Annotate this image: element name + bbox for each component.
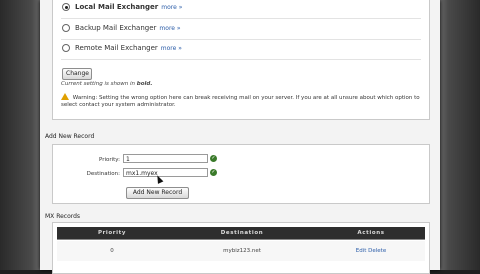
option-backup-mail-exchanger[interactable]: Backup Mail Exchanger more » xyxy=(62,20,181,36)
note-bold-text: bold. xyxy=(136,81,153,87)
divider xyxy=(61,18,421,19)
table-header: Priority Destination Actions xyxy=(57,227,425,240)
option-remote-mail-exchanger[interactable]: Remote Mail Exchanger more » xyxy=(62,40,182,56)
current-setting-note: Current setting is shown in bold. xyxy=(61,81,152,87)
radio-selected-icon[interactable] xyxy=(62,3,70,11)
column-destination[interactable]: Destination xyxy=(167,227,317,239)
more-link[interactable]: more » xyxy=(161,4,182,11)
add-new-record-button[interactable]: Add New Record xyxy=(126,187,189,199)
mx-records-title: MX Records xyxy=(45,213,81,220)
delete-link[interactable]: Delete xyxy=(368,248,386,254)
note-text: Current setting is shown in xyxy=(61,81,136,87)
warning-message: Warning: Setting the wrong option here c… xyxy=(61,93,421,109)
divider xyxy=(61,59,421,60)
valid-check-icon: ✓ xyxy=(210,155,217,162)
option-label: Backup Mail Exchanger xyxy=(75,24,157,32)
option-local-mail-exchanger[interactable]: Local Mail Exchanger more » xyxy=(62,0,182,15)
warning-icon xyxy=(61,93,69,100)
mx-records-panel: Priority Destination Actions 0 mybiz123.… xyxy=(52,222,430,274)
destination-label: Destination: xyxy=(86,171,120,177)
change-button[interactable]: Change xyxy=(62,68,92,80)
valid-check-icon: ✓ xyxy=(210,169,217,176)
radio-icon[interactable] xyxy=(62,24,70,32)
left-background-panel xyxy=(0,0,40,270)
priority-label: Priority: xyxy=(98,157,120,163)
edit-link[interactable]: Edit xyxy=(356,248,367,254)
radio-icon[interactable] xyxy=(62,44,70,52)
row-actions: Edit Delete xyxy=(317,241,425,261)
table-row: 0 mybiz123.net Edit Delete xyxy=(57,241,425,261)
add-record-panel: Priority: 1 ✓ Destination: mx1.myex ✓ Ad… xyxy=(52,144,430,204)
row-destination: mybiz123.net xyxy=(223,248,261,254)
column-priority[interactable]: Priority xyxy=(57,227,167,239)
mx-entry-page: Local Mail Exchanger more » Backup Mail … xyxy=(40,0,440,274)
row-priority: 0 xyxy=(110,248,114,254)
right-background-panel xyxy=(440,0,480,270)
destination-input[interactable]: mx1.myex xyxy=(123,168,208,177)
more-link[interactable]: more » xyxy=(159,25,180,32)
option-label: Remote Mail Exchanger xyxy=(75,44,158,52)
column-actions: Actions xyxy=(357,230,385,236)
warning-text: Warning: Setting the wrong option here c… xyxy=(61,95,420,108)
email-routing-panel: Local Mail Exchanger more » Backup Mail … xyxy=(52,0,430,120)
add-record-title: Add New Record xyxy=(45,133,95,140)
priority-input[interactable]: 1 xyxy=(123,154,208,163)
option-label: Local Mail Exchanger xyxy=(75,3,159,11)
more-link[interactable]: more » xyxy=(161,45,182,52)
